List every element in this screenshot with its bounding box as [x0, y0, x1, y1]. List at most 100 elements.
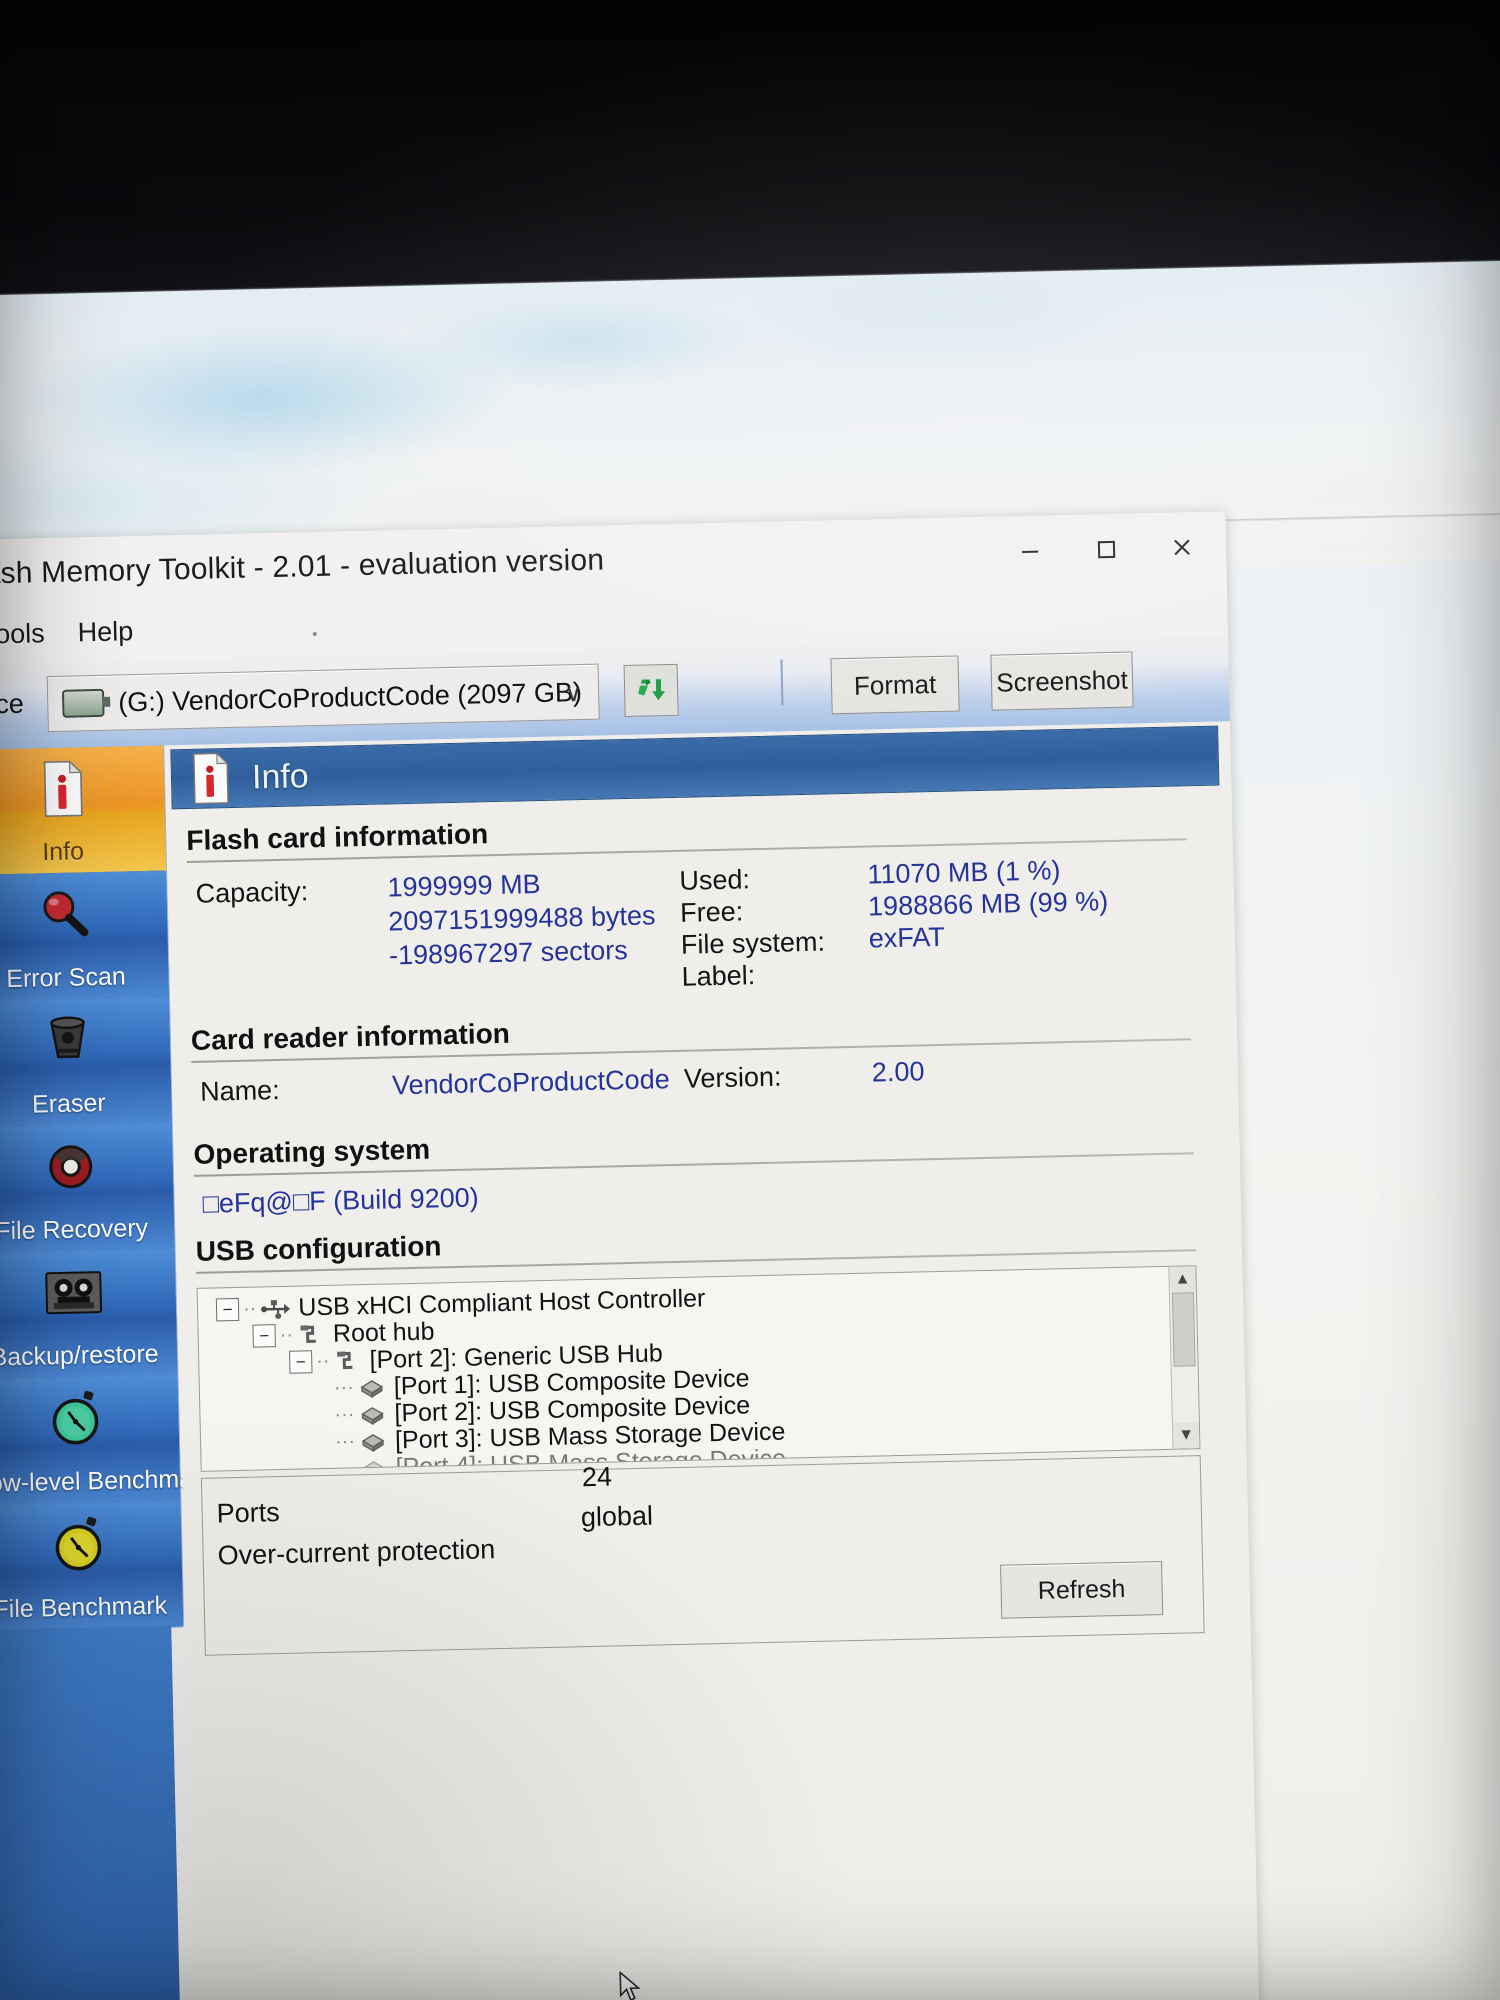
tree-connector: ·· [279, 1323, 294, 1347]
collapse-icon[interactable]: − [215, 1297, 240, 1322]
scroll-up-icon[interactable]: ▲ [1169, 1266, 1196, 1293]
collapse-icon[interactable]: − [289, 1350, 313, 1374]
card-reader-grid: Name: VendorCoProductCode Version: 2.00 [192, 1052, 1193, 1123]
content-pane: Info Flash card information Capacity: 19… [166, 721, 1260, 2000]
ports-label: Ports [216, 1497, 281, 1529]
file-system-value: exFAT [868, 921, 946, 954]
capacity-value-bytes: 2097151999488 bytes [387, 900, 656, 937]
page-title: Info [251, 756, 310, 796]
sidebar-item-label: Info [41, 837, 85, 867]
over-current-protection-label: Over-current protection [217, 1534, 496, 1571]
menu-item-help[interactable]: Help [77, 616, 133, 648]
section-title: Card reader information [190, 1017, 511, 1056]
sidebar-item-label: Backup/restore [0, 1339, 159, 1372]
close-button[interactable] [1143, 515, 1220, 579]
device-select[interactable]: (G:) VendorCoProductCode (2097 GB) ∨ [46, 663, 600, 733]
usb-device-icon [358, 1376, 386, 1399]
green-stopwatch-icon [44, 1385, 107, 1452]
maximize-button[interactable] [1067, 517, 1144, 581]
application-window: Flash Memory Toolkit - 2.01 - evaluation… [0, 511, 1260, 2000]
cassette-tape-icon [41, 1259, 104, 1326]
chevron-down-icon: ∨ [564, 679, 583, 708]
magnifier-icon [33, 881, 96, 948]
reader-version-value: 2.00 [871, 1056, 925, 1088]
monitor-photo: Flash Memory Toolkit - 2.01 - evaluation… [0, 0, 1500, 2000]
sidebar-item-label: Low-level Benchmark [0, 1464, 215, 1498]
tree-connector: ·· [242, 1297, 257, 1320]
application-body: Info Error Scan Eraser File Recovery Bac… [0, 721, 1260, 2000]
free-value: 1988866 MB (99 %) [867, 886, 1109, 922]
reader-version-label: Version: [683, 1061, 782, 1094]
usb-ports-panel: Ports 24 Over-current protection global … [200, 1455, 1205, 1656]
used-label: Used: [679, 864, 751, 896]
tree-connector: ··· [335, 1457, 356, 1472]
sidebar-item-label: Error Scan [5, 962, 127, 994]
section-title: Flash card information [186, 818, 489, 856]
sidebar-item-info[interactable]: Info [0, 745, 167, 877]
scrollbar-thumb[interactable] [1171, 1292, 1196, 1367]
screen-surface: Flash Memory Toolkit - 2.01 - evaluation… [0, 259, 1500, 2000]
section-title: Operating system [193, 1133, 431, 1170]
tree-scrollbar[interactable]: ▲ ▼ [1168, 1266, 1200, 1449]
usb-device-icon [359, 1430, 387, 1453]
device-label: Device [0, 688, 25, 721]
section-title: USB configuration [195, 1230, 442, 1267]
collapse-icon[interactable]: − [252, 1324, 276, 1348]
sidebar-item-eraser[interactable]: Eraser [0, 997, 172, 1129]
info-document-icon [183, 749, 236, 808]
usb-drive-icon [61, 688, 105, 718]
reader-name-label: Name: [199, 1074, 280, 1107]
tree-connector: ··· [333, 1376, 355, 1399]
format-button[interactable]: Format [830, 655, 960, 715]
sidebar-item-file-benchmark[interactable]: File Benchmark [0, 1501, 184, 1632]
window-controls [991, 515, 1220, 582]
usb-configuration-section: USB configuration [195, 1213, 1196, 1274]
sidebar-filler [0, 1625, 181, 2000]
menu-item-tools[interactable]: Tools [0, 618, 45, 650]
sidebar-item-backup-restore[interactable]: Backup/restore [0, 1249, 178, 1380]
capacity-value-mb: 1999999 MB [387, 868, 541, 903]
ports-value: 24 [581, 1461, 613, 1493]
refresh-button[interactable]: Refresh [1000, 1561, 1164, 1619]
sidebar-item-low-level-benchmark[interactable]: Low-level Benchmark [0, 1375, 215, 1506]
toolbar-divider [780, 659, 784, 706]
card-reader-information-section: Card reader information Name: VendorCoPr… [191, 1002, 1193, 1123]
usb-device-icon [358, 1403, 386, 1426]
device-select-value: (G:) VendorCoProductCode (2097 GB) [117, 676, 583, 718]
minimize-button[interactable] [991, 519, 1068, 583]
refresh-devices-button[interactable] [623, 663, 679, 718]
screenshot-button[interactable]: Screenshot [990, 651, 1134, 711]
operating-system-value: □eFq@□F (Build 9200) [202, 1182, 480, 1219]
sidebar-item-file-recovery[interactable]: File Recovery [0, 1123, 175, 1255]
capacity-value-sectors: -198967297 sectors [388, 935, 629, 971]
refresh-icon [638, 679, 666, 701]
mouse-cursor [619, 1970, 641, 2000]
sidebar-item-label: File Recovery [0, 1213, 149, 1246]
label-label: Label: [681, 960, 756, 992]
file-system-label: File system: [680, 926, 826, 960]
tree-connector: ··· [334, 1403, 355, 1426]
tree-connector: ·· [316, 1349, 330, 1373]
tree-connector: ··· [334, 1430, 356, 1453]
free-label: Free: [679, 896, 744, 928]
lifering-icon [39, 1133, 102, 1200]
usb-device-icon [359, 1457, 387, 1472]
sidebar-item-label: Eraser [31, 1088, 106, 1119]
usb-hub-icon [297, 1322, 326, 1347]
usb-hub-icon [333, 1349, 362, 1374]
sidebar: Info Error Scan Eraser File Recovery Bac… [0, 745, 215, 2000]
yellow-stopwatch-icon [47, 1511, 110, 1578]
usb-controller-icon [260, 1296, 291, 1321]
used-value: 11070 MB (1 %) [867, 855, 1061, 890]
flash-card-grid: Capacity: 1999999 MB 2097151999488 bytes… [187, 854, 1190, 1009]
reader-name-value: VendorCoProductCode [391, 1064, 670, 1101]
sidebar-item-label: File Benchmark [0, 1591, 168, 1624]
screen-dust-speck [312, 631, 317, 637]
operating-system-section: Operating system □eFq@□F (Build 9200) [193, 1116, 1195, 1220]
scroll-down-icon[interactable]: ▼ [1172, 1422, 1200, 1449]
usb-device-tree[interactable]: − ·· USB xHCI Compliant Host Controller … [196, 1265, 1201, 1472]
flash-card-information-section: Flash card information Capacity: 1999999… [186, 802, 1190, 1009]
sidebar-item-error-scan[interactable]: Error Scan [0, 871, 169, 1003]
capacity-label: Capacity: [195, 876, 309, 909]
eraser-bucket-icon [36, 1007, 99, 1074]
